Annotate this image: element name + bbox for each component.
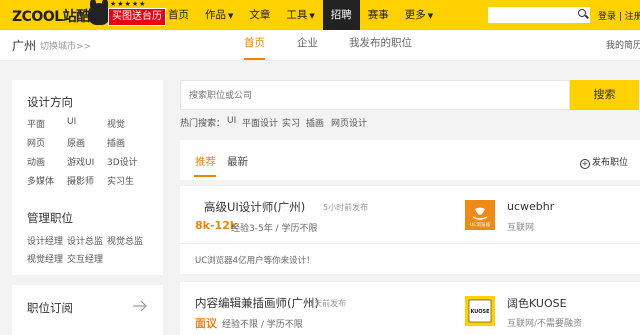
promo-badge[interactable]: 买图送台历 xyxy=(108,8,166,26)
ucweb-logo[interactable]: UC浏览器 xyxy=(465,200,495,230)
tab-my-posted-jobs[interactable]: 我发布的职位 xyxy=(349,30,412,60)
arrow-right-icon[interactable] xyxy=(132,300,148,312)
manage-link[interactable]: 交互经理 xyxy=(67,252,103,265)
category-link[interactable]: 网页 xyxy=(27,136,45,149)
divider xyxy=(180,243,640,244)
logo-text: ZCOOL站酷 xyxy=(12,9,90,25)
job-title[interactable]: 内容编辑兼插画师(广州) xyxy=(195,295,319,311)
company-industry: 互联网/不需要融资 xyxy=(507,319,583,329)
chevron-down-icon: ▼ xyxy=(228,12,234,20)
list-tabs-card xyxy=(180,140,640,180)
plus-circle-icon: + xyxy=(580,159,590,169)
nav-tools[interactable]: 工具 ▼ xyxy=(278,0,322,30)
company-name[interactable]: ucwebhr xyxy=(507,200,554,213)
hot-search-tag[interactable]: 网页设计 xyxy=(331,116,367,129)
job-salary: 面议 xyxy=(195,317,217,330)
tab-latest[interactable]: 最新 xyxy=(227,154,248,169)
job-requirements: 经验不限 / 学历不限 xyxy=(222,320,303,330)
svg-text:KUOSE: KUOSE xyxy=(470,309,490,315)
switch-city-link[interactable]: 切换城市>> xyxy=(40,39,91,52)
category-link[interactable]: 原画 xyxy=(67,136,85,149)
chevron-down-icon: ▼ xyxy=(427,12,434,20)
category-link[interactable]: 动画 xyxy=(27,155,45,168)
nav-home[interactable]: 首页 xyxy=(160,0,197,30)
company-name[interactable]: 阔色KUOSE xyxy=(507,295,567,311)
manage-link[interactable]: 设计经理 xyxy=(27,234,63,247)
category-link[interactable]: 平面 xyxy=(27,117,45,130)
category-link[interactable]: 多媒体 xyxy=(27,174,54,187)
hot-search-label: 热门搜索： xyxy=(180,119,226,129)
hot-search-tag[interactable]: 平面设计 xyxy=(242,116,278,129)
svg-text:UC浏览器: UC浏览器 xyxy=(470,221,490,228)
manage-link[interactable]: 视觉经理 xyxy=(27,252,63,265)
top-nav-bar: ZCOOL站酷 ★★★★★ 买图送台历 首页 作品 ▼ 文章 工具 ▼ 招聘 赛事 … xyxy=(0,0,640,30)
category-link[interactable]: 实习生 xyxy=(107,174,134,187)
company-industry: 互联网 xyxy=(507,223,535,233)
kuose-logo[interactable]: KUOSE xyxy=(465,296,495,326)
sub-header: 广州 切换城市>> 首页 企业 我发布的职位 我的简历 xyxy=(0,30,640,61)
category-link[interactable]: 摄影师 xyxy=(67,174,94,187)
search-icon[interactable] xyxy=(578,9,586,17)
job-post-time: 5小时前发布 xyxy=(323,203,369,212)
hot-search-tag[interactable]: 实习 xyxy=(282,116,300,129)
job-subscribe-title: 职位订阅 xyxy=(27,301,73,315)
nav-jobs[interactable]: 招聘 xyxy=(322,0,360,30)
job-description: UC浏览器4亿用户等你来设计！ xyxy=(195,256,315,266)
search-button[interactable]: 搜索 xyxy=(570,80,639,110)
category-link[interactable]: UI xyxy=(67,117,76,127)
tab-home[interactable]: 首页 xyxy=(244,30,265,60)
category-link[interactable]: 插画 xyxy=(107,136,125,149)
login-register-links[interactable]: 登录 | 注册 xyxy=(598,9,640,22)
nav-articles[interactable]: 文章 xyxy=(241,0,278,30)
chevron-down-icon: ▼ xyxy=(309,12,315,20)
nav-contests[interactable]: 赛事 xyxy=(360,0,397,30)
job-search-input[interactable] xyxy=(180,80,570,110)
tab-recommended[interactable]: 推荐 xyxy=(195,154,216,169)
job-post-time: 1天前发布 xyxy=(309,299,347,308)
job-title[interactable]: 高级UI设计师(广州) xyxy=(204,199,305,215)
publish-job-button[interactable]: + 发布职位 xyxy=(580,155,628,169)
tab-companies[interactable]: 企业 xyxy=(297,30,318,60)
hot-search-tag[interactable]: UI xyxy=(227,116,236,126)
category-link[interactable]: 游戏UI xyxy=(67,155,94,168)
stars-decoration: ★★★★★ xyxy=(110,0,147,8)
design-direction-title: 设计方向 xyxy=(27,95,73,109)
my-resume-link[interactable]: 我的简历 xyxy=(606,38,640,51)
current-city: 广州 xyxy=(12,39,37,53)
active-tab-indicator xyxy=(194,175,216,177)
manage-link[interactable]: 设计总监 xyxy=(67,234,103,247)
nav-works[interactable]: 作品 ▼ xyxy=(197,0,241,30)
manage-link[interactable]: 视觉总监 xyxy=(107,234,143,247)
main-nav: 首页 作品 ▼ 文章 工具 ▼ 招聘 赛事 更多 ▼ xyxy=(160,0,441,30)
category-link[interactable]: 3D设计 xyxy=(107,155,138,168)
category-link[interactable]: 视觉 xyxy=(107,117,125,130)
manage-positions-title: 管理职位 xyxy=(27,211,73,225)
nav-more[interactable]: 更多 ▼ xyxy=(397,0,441,30)
zcool-logo[interactable]: ZCOOL站酷 xyxy=(12,6,90,26)
hot-search-tag[interactable]: 插画 xyxy=(306,116,324,129)
mascot-icon xyxy=(88,0,110,25)
top-search-input[interactable] xyxy=(488,7,590,23)
job-requirements: 经验3-5年 / 学历不限 xyxy=(231,224,318,234)
